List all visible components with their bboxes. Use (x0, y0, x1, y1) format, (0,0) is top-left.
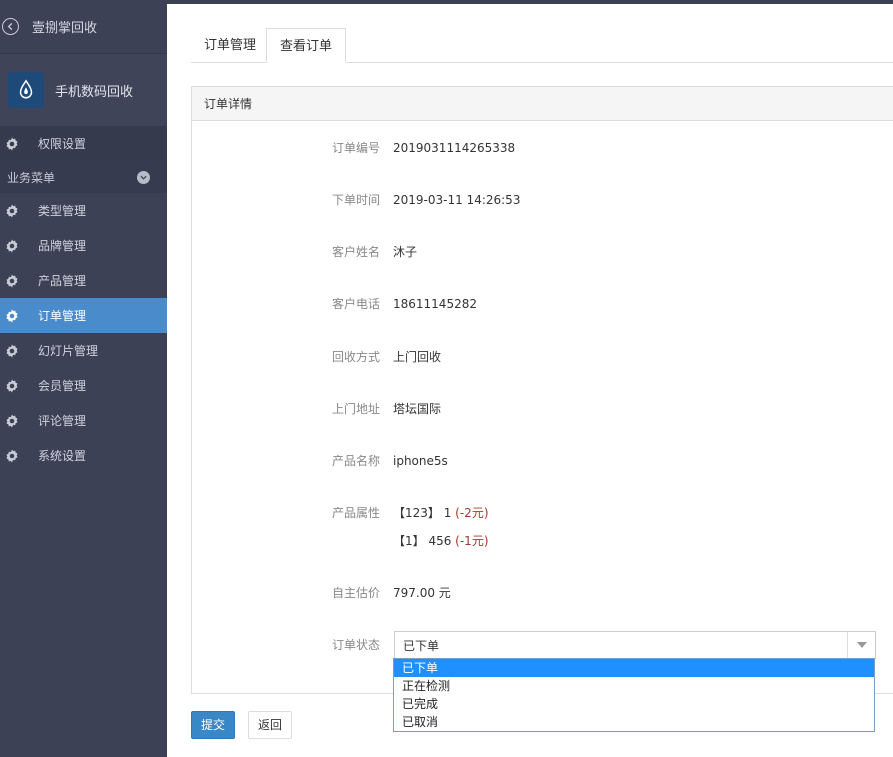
submit-button[interactable]: 提交 (191, 711, 236, 739)
field-label: 客户电话 (331, 297, 380, 311)
status-option[interactable]: 已下单 (394, 659, 874, 677)
sidebar-item-label: 会员管理 (38, 379, 87, 393)
status-option[interactable]: 已取消 (394, 713, 874, 731)
gear-icon (4, 343, 20, 359)
gear-icon (4, 238, 20, 254)
back-button[interactable]: 返回 (248, 711, 293, 739)
field-value: iphone5s (393, 454, 448, 468)
field-order-time: 下单时间 2019-03-11 14:26:53 (192, 190, 892, 210)
field-customer-phone: 客户电话 18611145282 (192, 294, 892, 314)
sidebar-item-brand[interactable]: 品牌管理 (0, 228, 167, 263)
caret-down-icon[interactable] (847, 632, 875, 658)
field-address: 上门地址 塔坛国际 (192, 399, 892, 419)
gear-icon (4, 203, 20, 219)
sidebar-section-label: 业务菜单 (7, 170, 56, 185)
attr-line: 【123】 1 (-2元) (393, 503, 489, 523)
tab-order-management[interactable]: 订单管理 (191, 28, 269, 63)
sidebar-item-label: 订单管理 (38, 309, 87, 323)
field-value: 18611145282 (393, 297, 477, 311)
sidebar-item-label: 幻灯片管理 (38, 344, 99, 358)
app-name: 手机数码回收 (55, 84, 134, 100)
sidebar-item-comments[interactable]: 评论管理 (0, 403, 167, 438)
field-customer-name: 客户姓名 沐子 (192, 242, 892, 262)
estimate-price: 797.00 元 (393, 586, 451, 600)
field-value: 2019031114265338 (393, 141, 516, 155)
field-label: 客户姓名 (331, 245, 380, 259)
field-product-name: 产品名称 iphone5s (192, 451, 892, 471)
field-product-attr-2: 【1】 456 (-1元) (192, 531, 892, 551)
sidebar-item-system[interactable]: 系统设置 (0, 438, 167, 473)
sidebar-item-orders[interactable]: 订单管理 (0, 298, 167, 333)
field-label: 订单状态 (331, 638, 380, 652)
attr-name: 【123】 1 (393, 506, 456, 520)
gear-icon (4, 308, 20, 324)
field-label: 订单编号 (331, 141, 380, 155)
field-estimate: 自主估价 797.00 元 (192, 583, 892, 603)
attr-price-delta: (-2元) (455, 506, 489, 520)
field-value: 沐子 (393, 245, 418, 259)
status-option[interactable]: 已完成 (394, 695, 874, 713)
field-label: 回收方式 (331, 350, 380, 364)
sidebar-item-label: 品牌管理 (38, 239, 87, 253)
sidebar-header-title: 壹捌掌回收 (32, 21, 98, 36)
status-dropdown-list: 已下单 正在检测 已完成 已取消 (393, 658, 875, 732)
chevron-down-icon[interactable] (137, 170, 150, 184)
gear-icon (4, 273, 20, 289)
sidebar-item-members[interactable]: 会员管理 (0, 368, 167, 403)
tab-bar: 订单管理 查看订单 (191, 28, 893, 63)
attr-name: 【1】 456 (393, 534, 456, 548)
sidebar-item-type[interactable]: 类型管理 (0, 193, 167, 228)
sidebar-item-label: 权限设置 (38, 137, 87, 151)
status-option[interactable]: 正在检测 (394, 677, 874, 695)
sidebar-item-label: 系统设置 (38, 449, 87, 463)
field-label: 产品名称 (331, 454, 380, 468)
gear-icon (4, 136, 20, 152)
back-circle-icon[interactable] (2, 18, 19, 35)
field-recycle-method: 回收方式 上门回收 (192, 347, 892, 367)
app-logo-icon (8, 72, 44, 108)
field-label: 自主估价 (331, 586, 380, 600)
field-value: 上门回收 (393, 350, 442, 364)
sidebar-header[interactable]: 壹捌掌回收 (0, 0, 167, 54)
sidebar-section-business[interactable]: 业务菜单 (0, 161, 167, 193)
sidebar-item-product[interactable]: 产品管理 (0, 263, 167, 298)
gear-icon (4, 378, 20, 394)
field-value: 2019-03-11 14:26:53 (393, 193, 521, 207)
field-value: 塔坛国际 (393, 402, 442, 416)
field-label: 上门地址 (331, 402, 380, 416)
attr-price-delta: (-1元) (455, 534, 489, 548)
field-product-attr: 产品属性 【123】 1 (-2元) (192, 503, 892, 523)
gear-icon (4, 413, 20, 429)
sidebar-item-permissions[interactable]: 权限设置 (0, 126, 167, 161)
sidebar: 壹捌掌回收 手机数码回收 权限设置 业务菜单 类型管理 品牌管理 产品管理 订单… (0, 0, 167, 757)
tab-view-order[interactable]: 查看订单 (266, 28, 347, 63)
sidebar-item-label: 类型管理 (38, 204, 87, 218)
gear-icon (4, 448, 20, 464)
field-label: 下单时间 (331, 193, 380, 207)
select-current-value: 已下单 (403, 639, 440, 653)
field-label: 产品属性 (331, 506, 380, 520)
field-order-no: 订单编号 2019031114265338 (192, 138, 892, 158)
sidebar-item-label: 评论管理 (38, 414, 87, 428)
top-bar (167, 0, 893, 4)
sidebar-app[interactable]: 手机数码回收 (0, 54, 167, 126)
sidebar-item-label: 产品管理 (38, 274, 87, 288)
panel-title: 订单详情 (192, 87, 893, 121)
order-detail-panel: 订单详情 订单编号 2019031114265338 下单时间 2019-03-… (191, 86, 893, 694)
sidebar-item-slides[interactable]: 幻灯片管理 (0, 333, 167, 368)
order-status-select[interactable]: 已下单 (394, 631, 876, 659)
attr-line: 【1】 456 (-1元) (393, 531, 489, 551)
